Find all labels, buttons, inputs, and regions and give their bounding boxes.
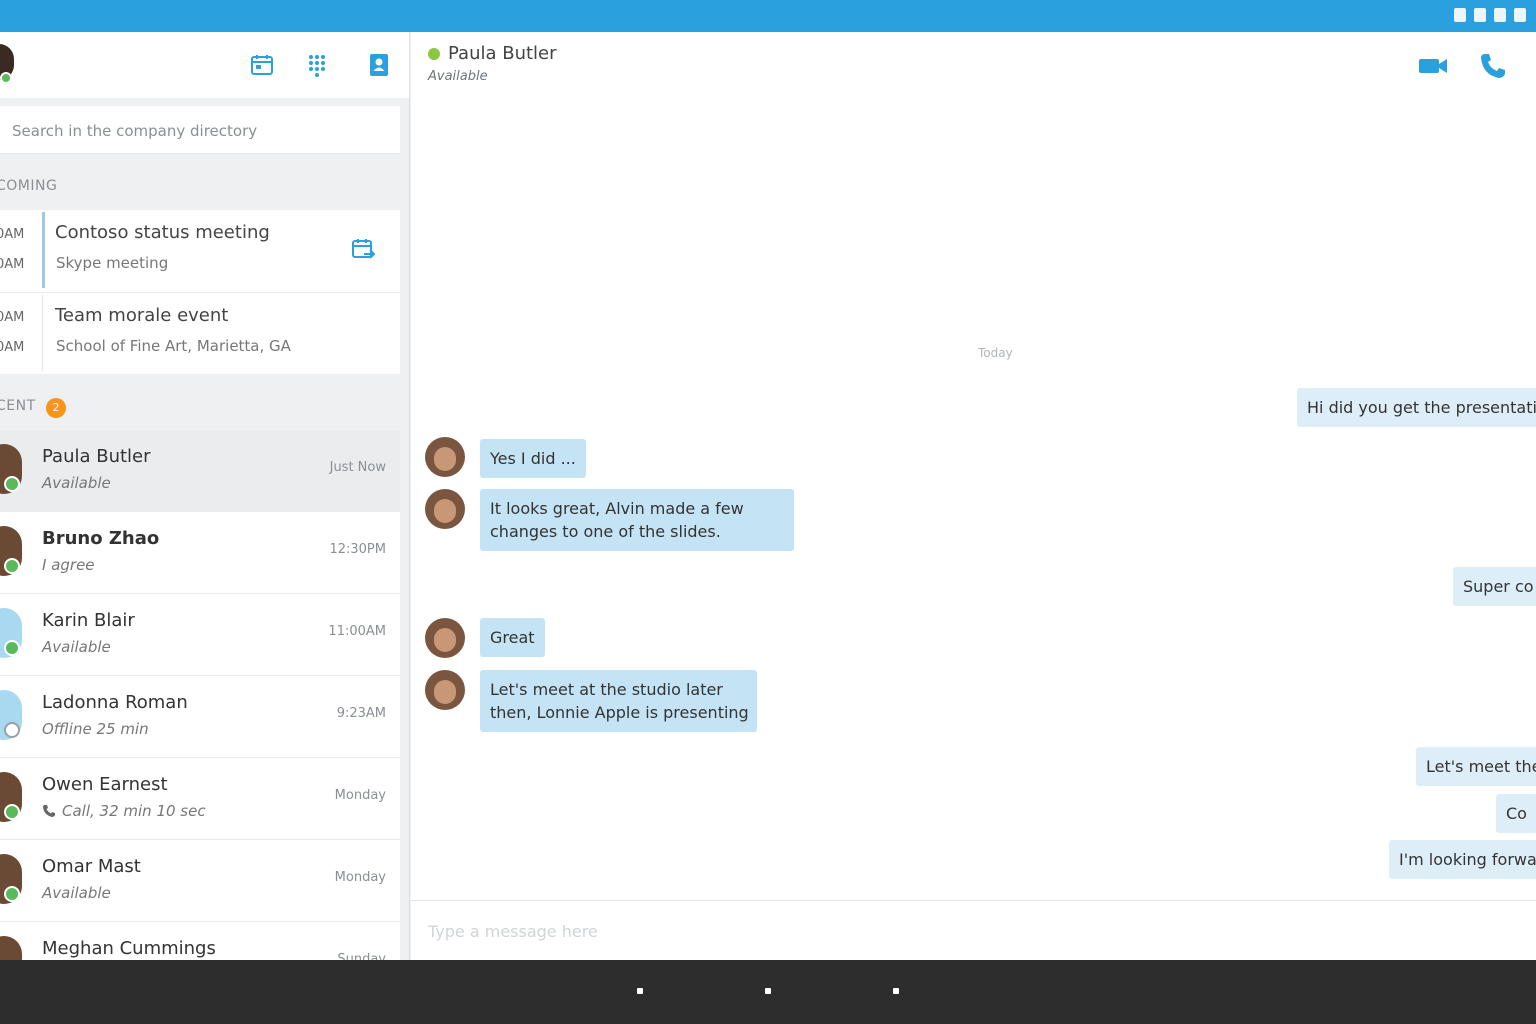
contacts-pane: COMING 0AM 0AM Contoso status meeting Sk… (0, 32, 410, 960)
message-incoming: Let's meet at the studio later then, Lon… (480, 670, 757, 732)
meeting-subtitle: School of Fine Art, Marietta, GA (56, 337, 291, 355)
contact-status: Call, 32 min 10 sec (42, 802, 206, 820)
presence-available-icon (4, 558, 20, 574)
message-outgoing: I'm looking forwa (1389, 840, 1536, 879)
contact-name: Ladonna Roman (42, 692, 188, 713)
meeting-title: Contoso status meeting (55, 222, 270, 243)
recent-contacts-list: Paula Butler Available Just Now Bruno Zh… (0, 430, 400, 960)
meeting-item[interactable]: 0AM 0AM Contoso status meeting Skype mee… (0, 210, 400, 292)
contact-time: Just Now (329, 460, 386, 475)
contact-status: Available (42, 884, 111, 902)
message-incoming: Great (480, 618, 545, 657)
meeting-title: Team morale event (55, 305, 229, 326)
status-icons (1454, 8, 1526, 22)
contact-time: 12:30PM (329, 542, 386, 557)
message-line: It looks great, Alvin made a few (490, 499, 744, 518)
message-composer[interactable] (411, 900, 1536, 960)
contact-status: Available (42, 638, 111, 656)
contact-name: Owen Earnest (42, 774, 168, 795)
search-input[interactable] (12, 120, 382, 142)
recent-section-label: CENT (0, 398, 36, 414)
contact-time: 11:00AM (328, 624, 386, 639)
contact-row[interactable]: Owen Earnest Call, 32 min 10 sec Monday (0, 758, 400, 840)
recent-unread-badge: 2 (46, 398, 66, 418)
presence-available-icon (4, 886, 20, 902)
battery-level-icon (1514, 8, 1526, 22)
meeting-color-bar (42, 295, 43, 371)
contact-name: Karin Blair (42, 610, 135, 631)
contact-row[interactable]: Meghan Cummings Sunday (0, 922, 400, 960)
upcoming-meetings-list: 0AM 0AM Contoso status meeting Skype mee… (0, 210, 400, 374)
contact-row[interactable]: Paula Butler Available Just Now (0, 430, 400, 512)
presence-available-icon (4, 640, 20, 656)
contact-time: Monday (334, 870, 386, 885)
meeting-subtitle: Skype meeting (56, 254, 169, 272)
meeting-end-time: 0AM (0, 340, 25, 355)
recents-button[interactable] (893, 988, 899, 994)
conversation-status: Available (428, 69, 488, 84)
avatar (425, 670, 465, 710)
meeting-start-time: 0AM (0, 227, 25, 242)
message-line: Let's meet at the studio later (490, 680, 723, 699)
message-line: changes to one of the slides. (490, 522, 721, 541)
message-input[interactable] (428, 919, 1328, 943)
contact-name: Bruno Zhao (42, 528, 160, 549)
presence-available-icon (428, 48, 440, 60)
contact-time: Sunday (337, 952, 386, 960)
contact-row[interactable]: Omar Mast Available Monday (0, 840, 400, 922)
status-bar (0, 0, 1536, 32)
back-button[interactable] (637, 988, 643, 994)
message-outgoing: Super co (1453, 567, 1536, 606)
system-nav-bar (0, 960, 1536, 1024)
avatar (0, 936, 22, 960)
meeting-start-time: 0AM (0, 310, 25, 325)
contact-row[interactable]: Bruno Zhao I agree 12:30PM (0, 512, 400, 594)
wifi-icon (1454, 8, 1466, 22)
avatar (425, 437, 465, 477)
contact-status: Available (42, 474, 111, 492)
call-duration: Call, 32 min 10 sec (62, 802, 206, 820)
presence-offline-icon (4, 722, 20, 738)
meeting-item[interactable]: 0AM 0AM Team morale event School of Fine… (0, 292, 400, 374)
contact-name: Paula Butler (42, 446, 151, 467)
contact-name: Meghan Cummings (42, 938, 216, 959)
message-outgoing: Let's meet the (1416, 747, 1536, 786)
contact-last-message: I agree (42, 556, 95, 574)
day-separator: Today (978, 346, 1013, 360)
contact-row[interactable]: Ladonna Roman Offline 25 min 9:23AM (0, 676, 400, 758)
presence-available-icon (4, 476, 20, 492)
contact-time: Monday (334, 788, 386, 803)
meeting-color-bar (42, 212, 45, 288)
dialpad-icon[interactable] (304, 52, 330, 78)
signal-icon (1474, 8, 1486, 22)
home-button[interactable] (765, 988, 771, 994)
video-call-icon[interactable] (1417, 50, 1449, 82)
meeting-end-time: 0AM (0, 257, 25, 272)
contact-status: Offline 25 min (42, 720, 149, 738)
contact-row[interactable]: Karin Blair Available 11:00AM (0, 594, 400, 676)
meetings-calendar-icon[interactable] (249, 52, 275, 78)
upcoming-section-label: COMING (0, 178, 58, 194)
conversation-title[interactable]: Paula Butler (448, 43, 557, 64)
contact-time: 9:23AM (336, 706, 386, 721)
contact-name: Omar Mast (42, 856, 141, 877)
message-incoming: It looks great, Alvin made a few changes… (480, 489, 794, 551)
battery-icon (1494, 8, 1506, 22)
presence-available-icon (4, 804, 20, 820)
contacts-book-icon[interactable] (366, 52, 392, 78)
message-incoming: Yes I did ... (480, 439, 586, 478)
join-meeting-icon[interactable] (350, 236, 376, 262)
left-header (0, 32, 409, 98)
avatar (425, 618, 465, 658)
audio-call-icon[interactable] (1477, 50, 1509, 82)
message-outgoing: Hi did you get the presentati (1297, 388, 1536, 427)
phone-icon (42, 804, 56, 818)
my-presence-icon (0, 72, 12, 84)
message-line: then, Lonnie Apple is presenting (490, 703, 749, 722)
directory-search[interactable] (0, 106, 400, 154)
avatar (425, 489, 465, 529)
conversation-pane: Paula Butler Available Today Hi did you … (411, 32, 1536, 960)
message-outgoing: Co (1496, 794, 1536, 833)
